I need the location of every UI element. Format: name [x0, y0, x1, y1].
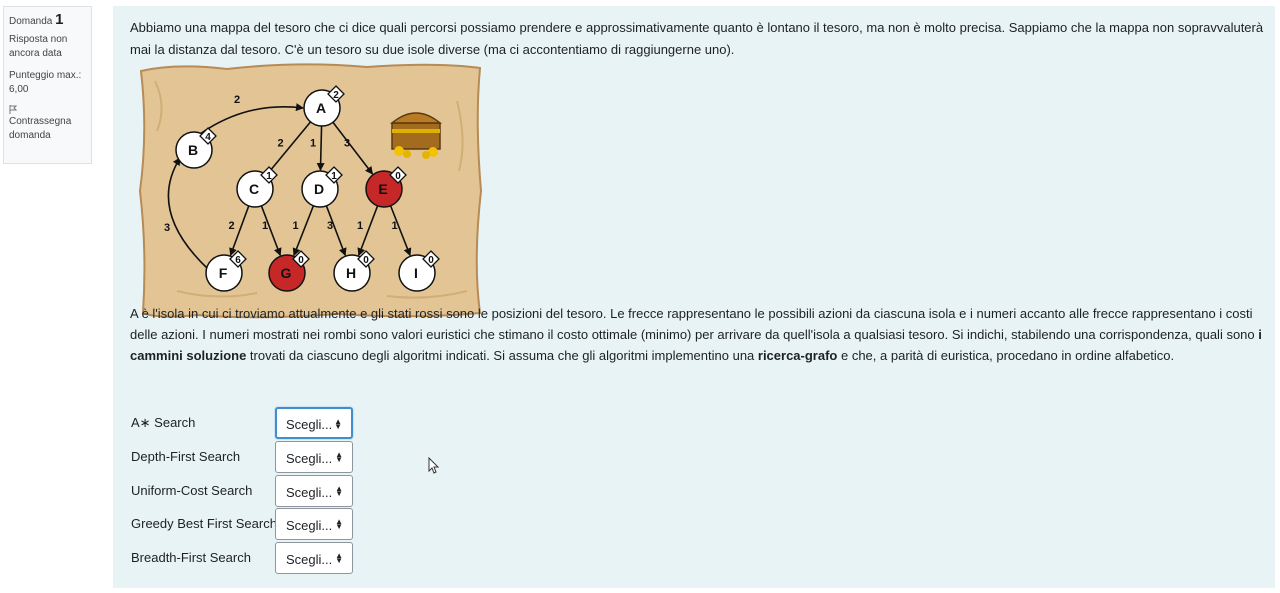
heuristic-value: 1	[331, 171, 337, 182]
edge-arrow-A-D	[316, 125, 325, 172]
edge-cost-label: 1	[292, 220, 298, 232]
bfs-select[interactable]: Scegli... ▲ ▼	[275, 542, 353, 574]
heuristic-value: 1	[266, 171, 272, 182]
mouse-cursor-icon	[428, 457, 440, 474]
select-caret-icon: ▲ ▼	[335, 551, 343, 565]
flag-question-label: Contrassegna domanda	[9, 116, 72, 141]
algorithm-label: Greedy Best First Search	[131, 516, 277, 531]
dfs-select[interactable]: Scegli... ▲ ▼	[275, 441, 353, 473]
edge-cost-label: 3	[344, 138, 350, 150]
question-body-part2: trovati da ciascuno degli algoritmi indi…	[246, 348, 758, 363]
heuristic-value: 0	[395, 171, 401, 182]
algorithm-label: Depth-First Search	[131, 449, 241, 464]
edge-cost-label: 1	[310, 138, 316, 150]
select-caret-icon: ▲ ▼	[335, 517, 343, 531]
heuristic-value: 0	[298, 255, 304, 266]
question-body-part1: A è l'isola in cui ci troviamo attualmen…	[130, 306, 1259, 342]
question-number-line: Domanda 1	[9, 11, 86, 29]
node-label: F	[219, 265, 228, 281]
node-label: B	[188, 142, 198, 158]
edge-cost-label: 1	[357, 220, 363, 232]
node-label: D	[314, 181, 324, 197]
question-body: A è l'isola in cui ci troviamo attualmen…	[130, 303, 1270, 366]
question-intro: Abbiamo una mappa del tesoro che ci dice…	[130, 20, 1264, 57]
greedy-select[interactable]: Scegli... ▲ ▼	[275, 508, 353, 540]
question-body-bold2: ricerca-grafo	[757, 348, 838, 363]
algorithm-label: Breadth-First Search	[131, 550, 251, 565]
question-number: 1	[55, 11, 64, 28]
question-body-part3: e che, a parità di euristica, procedano …	[837, 348, 1175, 363]
flag-icon	[9, 105, 18, 114]
node-label: E	[378, 181, 387, 197]
heuristic-value: 2	[333, 90, 339, 101]
edge-cost-label: 2	[234, 94, 240, 106]
node-label: I	[414, 265, 418, 281]
max-score-value: 6,00	[9, 84, 29, 95]
node-label: A	[316, 100, 326, 116]
node-label: G	[281, 265, 292, 281]
question-info-panel: Domanda 1 Risposta non ancora data Punte…	[3, 6, 92, 164]
question-word: Domanda	[9, 16, 53, 27]
heuristic-value: 0	[363, 255, 369, 266]
question-status: Risposta non ancora data	[9, 34, 68, 59]
node-label: C	[249, 181, 259, 197]
select-caret-icon: ▲ ▼	[334, 417, 342, 431]
algorithm-label: Uniform-Cost Search	[131, 483, 253, 498]
question-formulation: Abbiamo una mappa del tesoro che ci dice…	[113, 6, 1275, 588]
max-score-label: Punteggio max.:	[9, 70, 82, 81]
edge-cost-label: 2	[277, 138, 283, 150]
algorithm-label: A∗ Search	[131, 415, 196, 430]
treasure-map-graph: 22 1 33 2 1 1 3 1 1 A2B4C1D1E0F6G0H0I0	[138, 63, 483, 319]
astar-select[interactable]: Scegli... ▲ ▼	[275, 407, 353, 439]
ucs-select[interactable]: Scegli... ▲ ▼	[275, 475, 353, 507]
edge-cost-label: 1	[391, 220, 397, 232]
edge-cost-label: 1	[262, 220, 268, 232]
heuristic-value: 6	[235, 255, 241, 266]
edge-cost-label: 3	[164, 222, 170, 234]
edge-cost-label: 3	[327, 220, 333, 232]
edge-cost-label: 2	[228, 220, 234, 232]
heuristic-value: 0	[428, 255, 434, 266]
flag-question-link[interactable]: Contrassegna domanda	[9, 105, 86, 143]
heuristic-value: 4	[205, 132, 211, 143]
select-caret-icon: ▲ ▼	[335, 484, 343, 498]
select-caret-icon: ▲ ▼	[335, 450, 343, 464]
node-label: H	[346, 265, 356, 281]
